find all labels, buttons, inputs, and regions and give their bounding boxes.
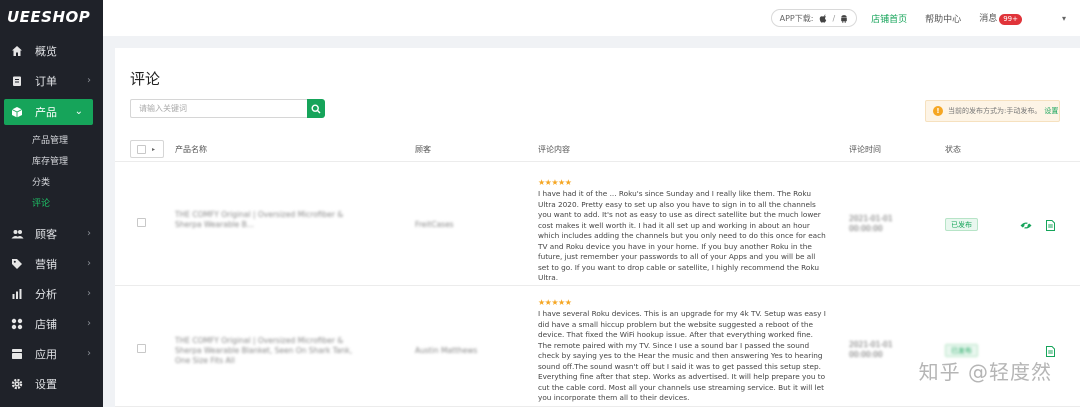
rating-stars: ★★★★★ [538, 178, 572, 187]
status-badge: 已发布 [945, 218, 978, 231]
customer-name: FreitCases [415, 220, 454, 229]
logo[interactable]: UEESHOP [0, 0, 103, 36]
notice-text: 当前的发布方式为:手动发布。 [948, 107, 1042, 115]
tag-icon [10, 257, 24, 271]
grid-icon [10, 317, 24, 331]
visibility-toggle-button[interactable] [1019, 218, 1033, 232]
sidebar-item-store[interactable]: 店铺 › [0, 309, 103, 339]
chevron-right-icon: › [87, 288, 91, 299]
row-checkbox[interactable] [137, 218, 146, 227]
divider: / [832, 13, 836, 23]
sidebar-item-marketing[interactable]: 营销 › [0, 249, 103, 279]
sidebar-item-customers[interactable]: 顾客 › [0, 219, 103, 249]
chevron-right-icon: › [87, 258, 91, 269]
review-content: ★★★★★ I have had it of the ... Roku's si… [538, 178, 828, 284]
sidebar-item-label: 顾客 [35, 228, 57, 241]
review-time: 2021-01-01 00:00:00 [849, 214, 893, 233]
help-center-link[interactable]: 帮助中心 [925, 12, 961, 25]
apps-icon [10, 347, 24, 361]
box-icon [10, 105, 24, 119]
chevron-down-icon: ⌄ [74, 106, 83, 117]
messages-link[interactable]: 消息 99+ [979, 11, 1022, 25]
review-time: 2021-01-01 00:00:00 [849, 340, 893, 359]
details-button[interactable] [1043, 218, 1057, 232]
apple-icon[interactable] [819, 13, 827, 23]
column-header-customer: 顾客 [415, 145, 431, 154]
column-header-product: 产品名称 [175, 145, 207, 154]
sidebar-item-label: 产品 [35, 106, 57, 119]
chevron-right-icon: › [87, 348, 91, 359]
page-title: 评论 [130, 70, 161, 88]
search-button[interactable] [307, 99, 325, 118]
submenu-item-reviews[interactable]: 评论 [0, 194, 103, 215]
row-checkbox[interactable] [137, 344, 146, 353]
sidebar-item-label: 设置 [35, 378, 57, 391]
main-content: 评论 ! 当前的发布方式为:手动发布。 设置 ▸ 产品名称 顾客 评论内容 评论… [115, 48, 1080, 407]
column-header-review: 评论内容 [538, 145, 570, 154]
submenu-item-categories[interactable]: 分类 [0, 173, 103, 194]
table-row: THE COMFY Original | Oversized Microfibe… [115, 162, 1080, 286]
android-icon[interactable] [840, 14, 848, 23]
product-name[interactable]: THE COMFY Original | Oversized Microfibe… [175, 210, 365, 230]
notice-settings-link[interactable]: 设置 [1044, 106, 1058, 116]
clipboard-icon [10, 74, 24, 88]
sidebar-item-products[interactable]: 产品 ⌄ [4, 99, 93, 125]
bar-chart-icon [10, 287, 24, 301]
document-icon [1045, 219, 1055, 231]
column-header-time: 评论时间 [849, 145, 881, 154]
publish-notice: ! 当前的发布方式为:手动发布。 设置 [925, 100, 1060, 122]
customer-name: Austin Matthews [415, 346, 478, 355]
product-name[interactable]: THE COMFY Original | Oversized Microfibe… [175, 336, 365, 366]
messages-badge: 99+ [999, 14, 1022, 25]
chevron-right-icon: › [87, 75, 91, 86]
messages-label: 消息 [979, 14, 998, 24]
gear-icon [10, 377, 24, 391]
select-all-dropdown[interactable]: ▸ [130, 140, 164, 158]
table-header: ▸ 产品名称 顾客 评论内容 评论时间 状态 [115, 136, 1080, 162]
document-icon [1045, 345, 1055, 357]
watermark: 知乎 @轻度然 [918, 360, 1052, 384]
sidebar-item-label: 应用 [35, 348, 57, 361]
chevron-right-icon: › [87, 318, 91, 329]
sidebar-item-label: 店铺 [35, 318, 57, 331]
sidebar-item-label: 分析 [35, 288, 57, 301]
app-download-label: APP下载: [779, 13, 814, 23]
eye-icon [1020, 220, 1032, 230]
sidebar-item-label: 概览 [35, 45, 57, 58]
warning-icon: ! [933, 106, 943, 116]
products-submenu: 产品管理 库存管理 分类 评论 [0, 125, 103, 219]
app-download[interactable]: APP下载: / [770, 9, 858, 27]
sidebar-item-overview[interactable]: 概览 [0, 36, 103, 66]
sidebar-item-label: 订单 [35, 75, 57, 88]
submenu-item-product-management[interactable]: 产品管理 [0, 131, 103, 152]
user-menu-chevron-down-icon[interactable]: ▾ [1062, 14, 1066, 23]
caret-right-icon[interactable]: ▸ [152, 146, 155, 153]
app-root: UEESHOP 概览 订单 › 产品 ⌄ 产品管理 库存管理 分类 评论 顾客 … [0, 0, 1080, 407]
sidebar-item-settings[interactable]: 设置 [0, 369, 103, 399]
search-icon [311, 103, 321, 114]
sidebar-menu: 概览 订单 › 产品 ⌄ 产品管理 库存管理 分类 评论 顾客 › 营销 › 分… [0, 36, 103, 399]
sidebar-item-analytics[interactable]: 分析 › [0, 279, 103, 309]
table-row: THE COMFY Original | Oversized Microfibe… [115, 286, 1080, 407]
sidebar-item-apps[interactable]: 应用 › [0, 339, 103, 369]
review-text: I have several Roku devices. This is an … [538, 309, 826, 402]
column-header-status: 状态 [945, 145, 961, 154]
sidebar-item-label: 营销 [35, 258, 57, 271]
submenu-item-inventory[interactable]: 库存管理 [0, 152, 103, 173]
sidebar-submenu-wrapper: 产品管理 库存管理 分类 评论 [0, 125, 103, 219]
store-home-link[interactable]: 店铺首页 [871, 12, 907, 25]
top-bar: APP下载: / 店铺首页 帮助中心 消息 99+ ▾ [103, 0, 1080, 36]
search-bar [130, 99, 325, 118]
sidebar: UEESHOP 概览 订单 › 产品 ⌄ 产品管理 库存管理 分类 评论 顾客 … [0, 0, 103, 407]
users-icon [10, 227, 24, 241]
review-content: ★★★★★ I have several Roku devices. This … [538, 298, 828, 404]
home-icon [10, 44, 24, 58]
search-input[interactable] [130, 99, 307, 118]
chevron-right-icon: › [87, 228, 91, 239]
sidebar-item-orders[interactable]: 订单 › [0, 66, 103, 96]
review-text: I have had it of the ... Roku's since Su… [538, 189, 826, 282]
rating-stars: ★★★★★ [538, 298, 572, 307]
select-all-checkbox[interactable] [137, 144, 146, 154]
